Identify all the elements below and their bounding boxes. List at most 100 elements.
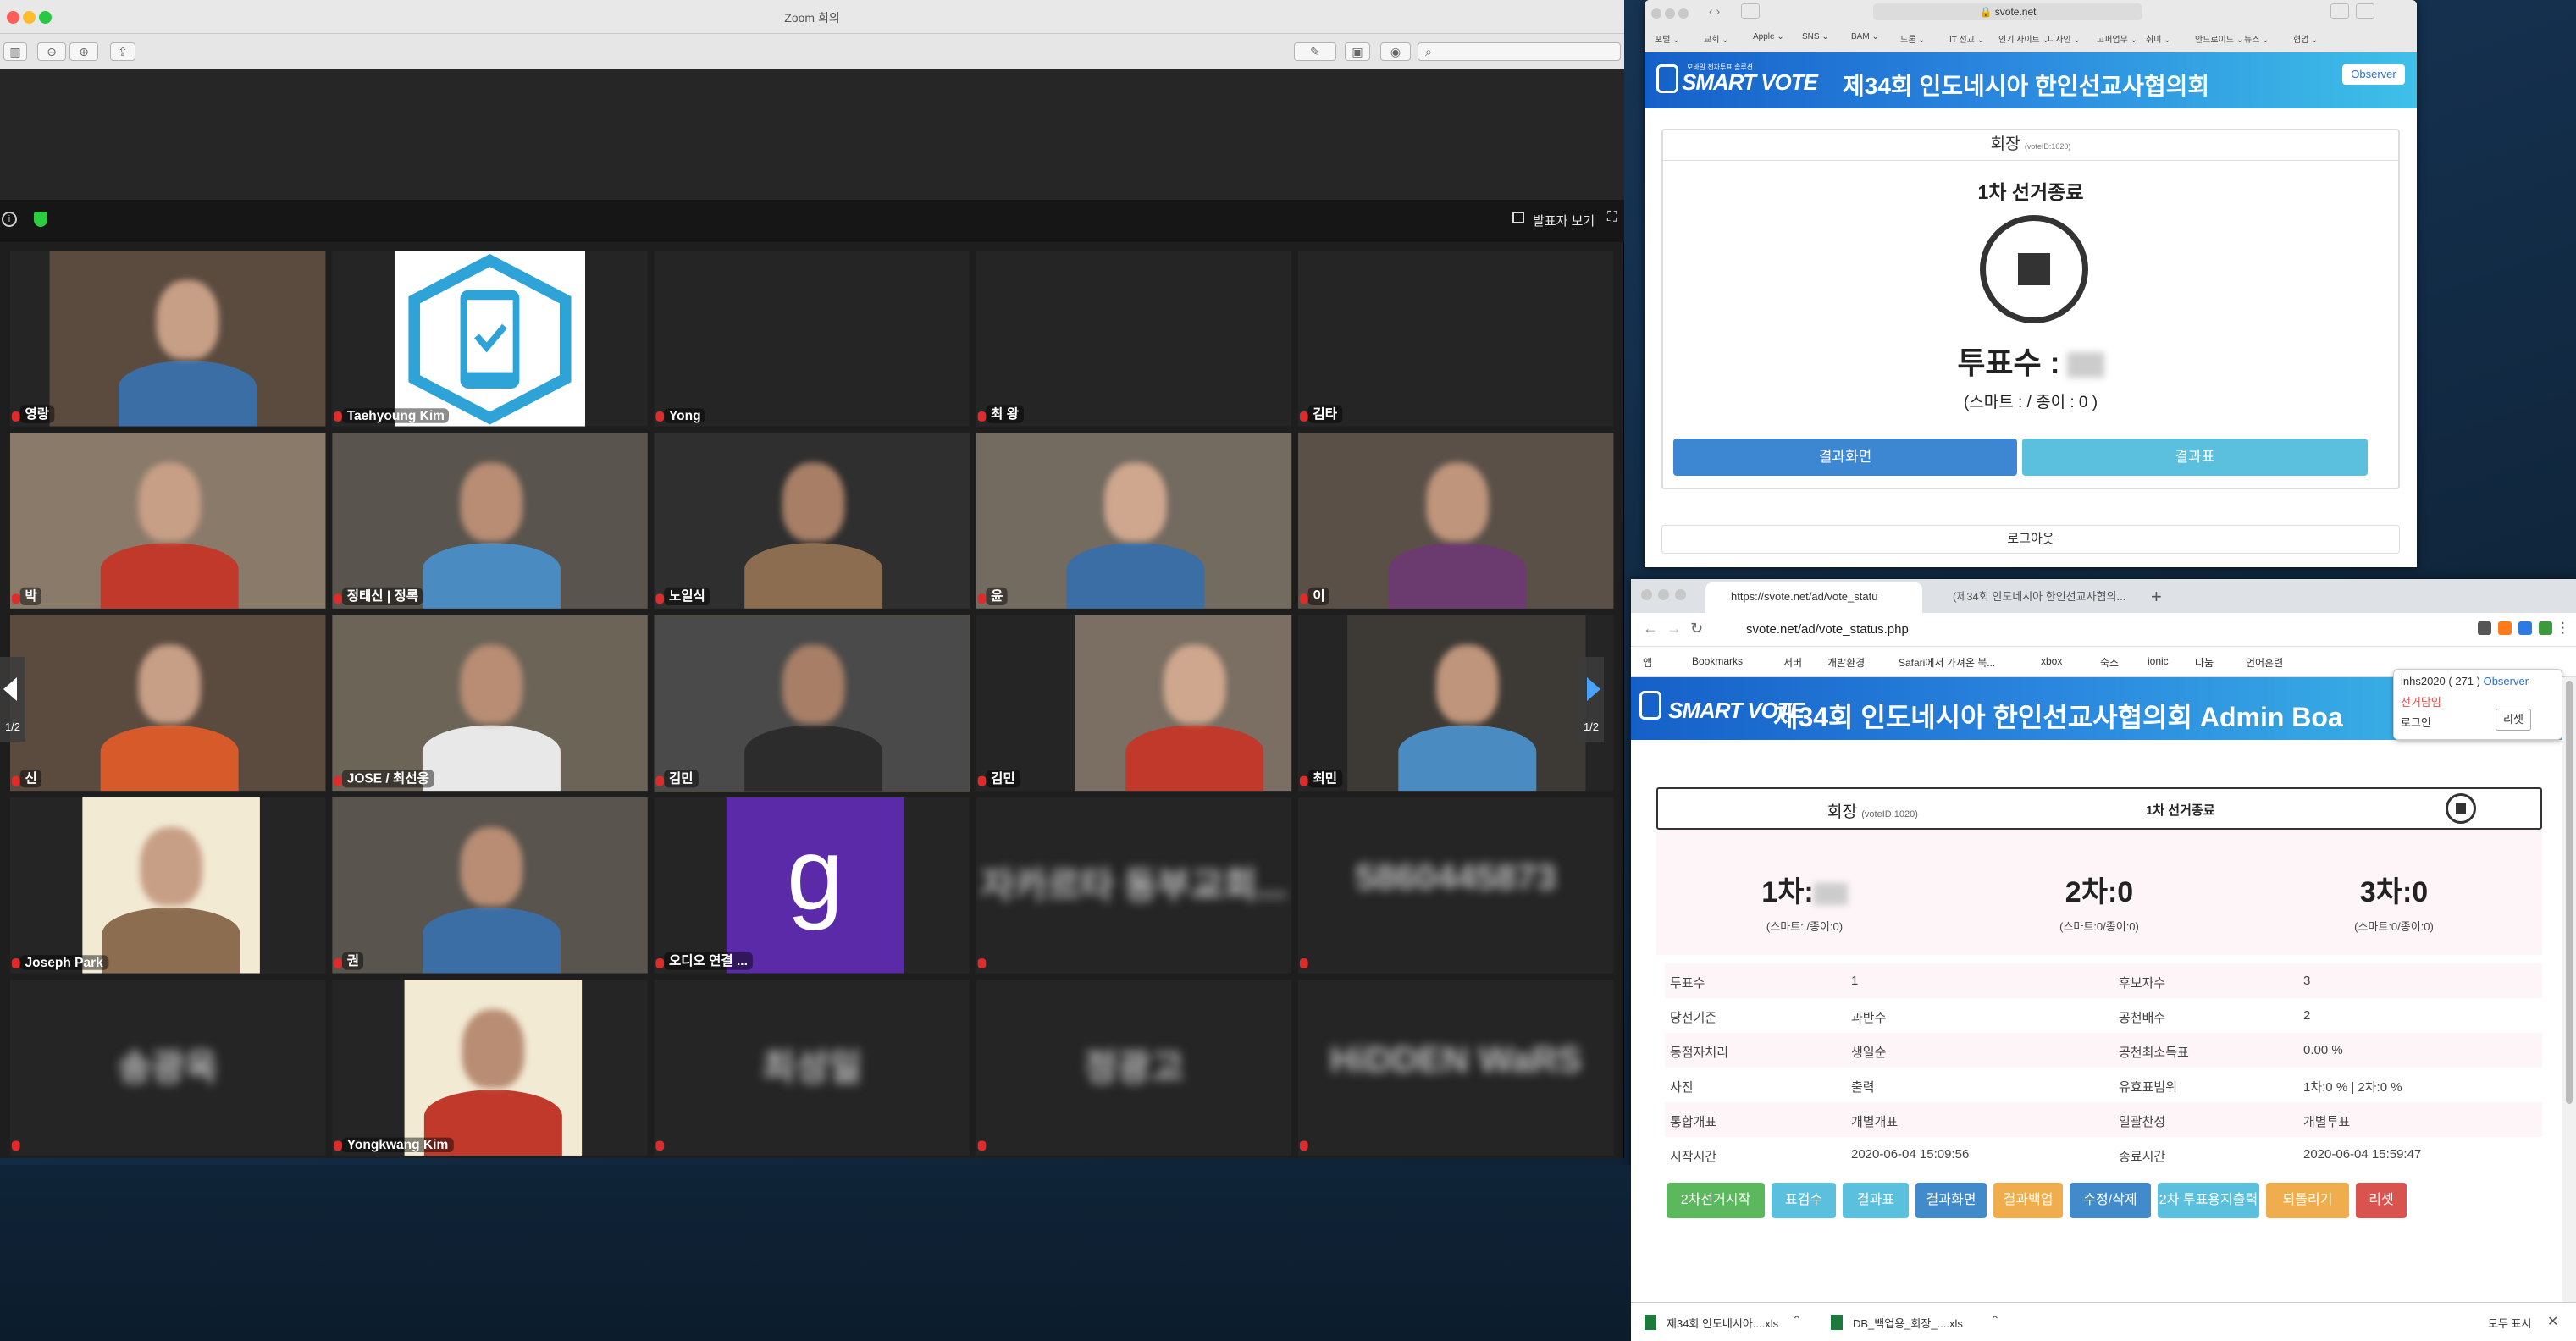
participant-tile[interactable]: 권 xyxy=(332,797,648,974)
participant-tile[interactable]: 영랑 xyxy=(10,251,326,427)
bookmark-item[interactable]: 안드로이드 ⌄ xyxy=(2195,32,2243,45)
bookmark-item[interactable]: 언어훈련 xyxy=(2246,655,2283,670)
address-bar[interactable]: 🔒 svote.net xyxy=(1873,3,2142,20)
tab-vote-status[interactable]: https://svote.net/ad/vote_statu xyxy=(1705,582,1922,613)
bookmark-item[interactable]: 협업 ⌄ xyxy=(2293,32,2319,45)
download-item-1[interactable]: 제34회 인도네시아....xls xyxy=(1667,1315,1778,1331)
participant-tile[interactable]: 김민 xyxy=(976,615,1292,792)
annotate-icon[interactable]: ◉ xyxy=(1380,42,1411,61)
bookmark-item[interactable]: 디자인 ⌄ xyxy=(2048,32,2081,45)
bookmark-item[interactable]: Safari에서 가져온 북... xyxy=(1899,655,1995,670)
bookmark-item[interactable]: 나눔 xyxy=(2195,655,2214,670)
bookmark-item[interactable]: Apple ⌄ xyxy=(1753,32,1784,41)
participant-tile[interactable]: Taehyoung Kim xyxy=(332,251,648,427)
bookmark-item[interactable]: 뉴스 ⌄ xyxy=(2244,32,2269,45)
bookmark-item[interactable]: IT 선교 ⌄ xyxy=(1949,32,1984,45)
participant-tile[interactable]: 최성일 xyxy=(654,980,970,1156)
fullscreen-icon[interactable]: ⛶ xyxy=(1607,210,1617,225)
participant-tile[interactable]: 정광고 xyxy=(976,980,1292,1156)
page-next-button[interactable]: 1/2 xyxy=(1578,657,1604,742)
participant-tile[interactable]: 김민 xyxy=(654,615,970,792)
minimize-window-button[interactable] xyxy=(1665,8,1675,19)
bookmark-item[interactable]: xbox xyxy=(2041,655,2062,667)
participant-tile[interactable]: JOSE / 최선웅 xyxy=(332,615,648,792)
chevron-up-icon[interactable]: ⌃ xyxy=(1990,1313,2000,1327)
bookmark-item[interactable]: Bookmarks xyxy=(1692,655,1743,667)
show-all-button[interactable]: 모두 표시 xyxy=(2488,1315,2531,1331)
action-button[interactable]: 결과백업 xyxy=(1993,1183,2063,1218)
speaker-view-button[interactable]: 발표자 보기 xyxy=(1533,212,1595,229)
participant-tile[interactable]: 노일식 xyxy=(654,433,970,609)
reload-icon[interactable]: ↻ xyxy=(1690,620,1703,637)
participant-tile[interactable]: HiDDEN WaRS xyxy=(1297,980,1614,1156)
zoom-window-button[interactable] xyxy=(1678,8,1689,19)
logout-button[interactable]: 로그아웃 xyxy=(1661,525,2400,554)
info-icon[interactable]: i xyxy=(2,212,17,227)
action-button[interactable]: 2차선거시작 xyxy=(1667,1183,1765,1218)
back-icon[interactable]: ← xyxy=(1643,620,1658,637)
bookmark-item[interactable]: 앱 xyxy=(1643,655,1652,670)
participant-tile[interactable]: 송광옥 xyxy=(10,980,326,1156)
close-window-button[interactable] xyxy=(1651,8,1661,19)
participant-tile[interactable]: g 오디오 연결 ... xyxy=(654,797,970,974)
tab-smartvote[interactable]: (제34회 인도네시아 한인선교사협의... xyxy=(1927,582,2144,613)
extension-icon[interactable] xyxy=(2498,621,2512,635)
zoom-out-icon[interactable]: ⊖ xyxy=(37,42,66,61)
participant-tile[interactable]: 이 xyxy=(1297,433,1614,609)
bookmark-item[interactable]: 교회 ⌄ xyxy=(1704,32,1729,45)
bookmark-item[interactable]: 고퍼업무 ⌄ xyxy=(2097,32,2137,45)
forward-icon[interactable]: → xyxy=(1667,620,1682,637)
stop-icon[interactable] xyxy=(2446,793,2476,824)
grid-view-icon[interactable] xyxy=(1512,212,1524,224)
action-button[interactable]: 결과표 xyxy=(1843,1183,1909,1218)
address-bar[interactable]: svote.net/ad/vote_status.php xyxy=(1719,617,2422,643)
extension-icon[interactable] xyxy=(2478,621,2491,635)
close-icon[interactable]: ✕ xyxy=(2547,1313,2558,1330)
share-icon[interactable] xyxy=(2330,3,2349,19)
participant-tile[interactable]: 김타 xyxy=(1297,251,1614,427)
back-icon[interactable]: ‹ › xyxy=(1709,4,1720,18)
action-button[interactable]: 2차 투표용지출력 xyxy=(2158,1183,2259,1218)
scrollbar[interactable] xyxy=(2562,677,2576,1302)
bookmark-item[interactable]: 드론 ⌄ xyxy=(1900,32,1926,45)
reset-button[interactable]: 리셋 xyxy=(2496,709,2531,731)
participant-tile[interactable]: 자카르타 동부교회... xyxy=(976,797,1292,974)
participant-tile[interactable]: Joseph Park xyxy=(10,797,326,974)
search-input[interactable]: ⌕ xyxy=(1418,42,1621,61)
extension-icon[interactable] xyxy=(2539,621,2552,635)
download-item-2[interactable]: DB_백업용_회장_....xls xyxy=(1853,1315,1963,1331)
bookmark-item[interactable]: 취미 ⌄ xyxy=(2146,32,2171,45)
participant-tile[interactable]: 박 xyxy=(10,433,326,609)
participant-tile[interactable]: 신 xyxy=(10,615,326,792)
tabs-icon[interactable] xyxy=(2356,3,2374,19)
participant-tile[interactable]: 5860445873 xyxy=(1297,797,1614,974)
bookmark-item[interactable]: 인기 사이트 ⌄ xyxy=(1998,32,2049,45)
close-window-button[interactable] xyxy=(1641,589,1652,600)
participant-tile[interactable]: Yong xyxy=(654,251,970,427)
action-button[interactable]: 수정/삭제 xyxy=(2070,1183,2151,1218)
bookmark-item[interactable]: 개발환경 xyxy=(1827,655,1865,670)
bookmark-item[interactable]: 숙소 xyxy=(2100,655,2119,670)
extension-icon[interactable] xyxy=(2518,621,2532,635)
participant-tile[interactable]: 최 왕 xyxy=(976,251,1292,427)
shield-icon[interactable] xyxy=(34,212,47,227)
bookmark-item[interactable]: BAM ⌄ xyxy=(1851,32,1879,41)
menu-icon[interactable]: ⋮ xyxy=(2556,620,2570,637)
observer-button[interactable]: Observer xyxy=(2342,64,2405,85)
action-button[interactable]: 리셋 xyxy=(2356,1183,2407,1218)
zoom-window-button[interactable] xyxy=(1675,589,1686,600)
page-prev-button[interactable]: 1/2 xyxy=(0,657,25,742)
result-screen-button[interactable]: 결과화면 xyxy=(1673,439,2017,476)
bookmark-item[interactable]: ionic xyxy=(2148,655,2169,667)
new-tab-icon[interactable]: + xyxy=(2151,586,2162,608)
sidebar-icon[interactable]: ▥ xyxy=(3,42,27,61)
sidebar-icon[interactable] xyxy=(1741,3,1760,19)
bookmark-item[interactable]: 포털 ⌄ xyxy=(1655,32,1680,45)
action-button[interactable]: 되돌리기 xyxy=(2266,1183,2349,1218)
bookmark-item[interactable]: 서버 xyxy=(1783,655,1802,670)
participant-tile[interactable]: Yongkwang Kim xyxy=(332,980,648,1156)
participant-tile[interactable]: 윤 xyxy=(976,433,1292,609)
lock-icon[interactable]: ▣ xyxy=(1345,42,1370,61)
chevron-up-icon[interactable]: ⌃ xyxy=(1792,1313,1802,1327)
participant-tile[interactable]: 정태신 | 정록 xyxy=(332,433,648,609)
